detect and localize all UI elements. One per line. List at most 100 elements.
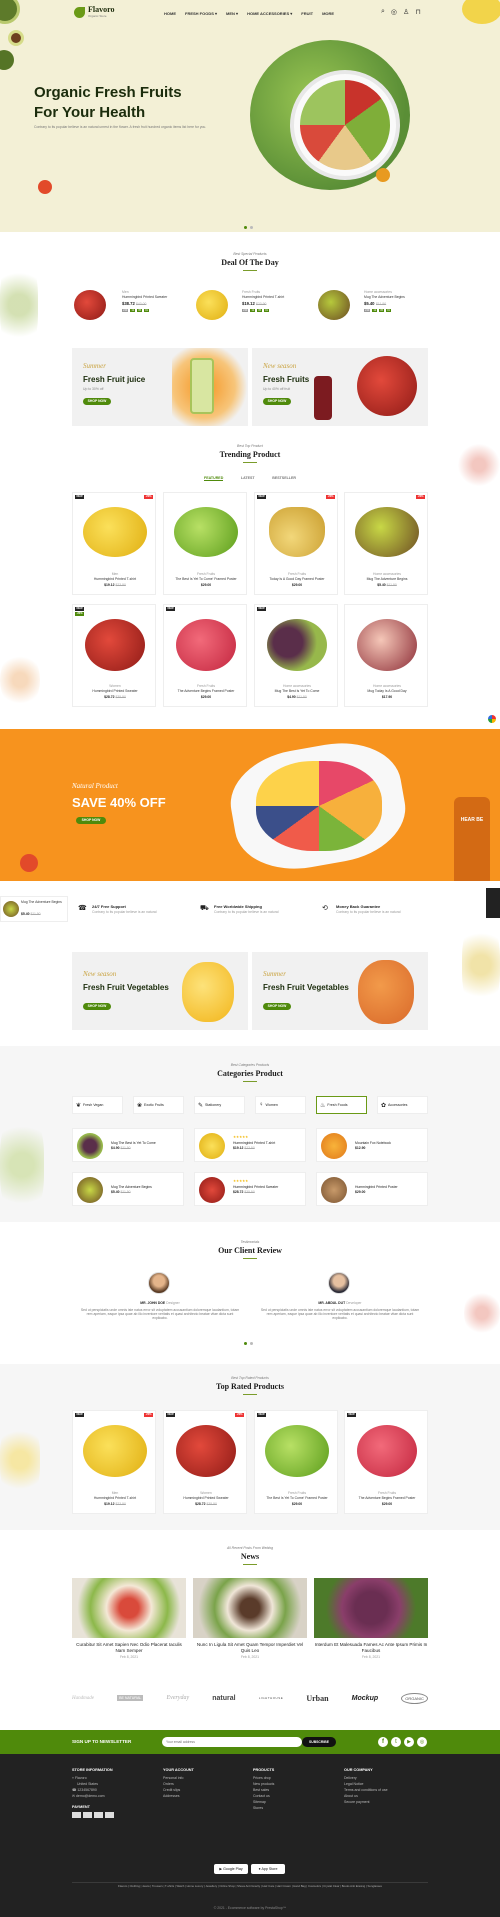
footer-link[interactable]: Addresses <box>163 1793 243 1799</box>
deal-name[interactable]: Mug The Adventure Begins <box>364 295 428 299</box>
brand-logo[interactable]: Everyday <box>166 1695 189 1701</box>
product-name[interactable]: Mug Today Is A Good Day <box>345 689 429 693</box>
brand-logo[interactable]: LIGHTHOUSE <box>259 1696 284 1700</box>
deal-item[interactable]: Home accessories Mug The Adventure Begin… <box>316 284 428 328</box>
tab-fresh-foods[interactable]: ♨ Fresh Foods <box>316 1096 367 1114</box>
slider-dot-active[interactable] <box>244 226 247 229</box>
instagram-icon[interactable]: ◎ <box>417 1737 427 1747</box>
shop-now-button[interactable]: SHOP NOW <box>263 1003 291 1010</box>
deal-item[interactable]: Fresh Fruits Hummingbird Printed T-shirt… <box>194 284 304 328</box>
nav-home[interactable]: HOME <box>164 11 176 16</box>
deal-item[interactable]: Men Hummingbird Printed Sweater $38.72 $… <box>72 284 182 328</box>
slider-dot[interactable] <box>250 226 253 229</box>
shop-now-button[interactable]: SHOP NOW <box>263 398 291 405</box>
tab-exotic-fruits[interactable]: ❀ Exotic Fruits <box>133 1096 184 1114</box>
product-card[interactable]: -20% Home accessories Mug The Adventure … <box>344 492 428 595</box>
promo-banner-veg[interactable]: New season Fresh Fruit Vegetables SHOP N… <box>72 952 248 1030</box>
product-card[interactable]: NEW -20% Women Hummingbird Printed Sweat… <box>72 604 156 707</box>
facebook-icon[interactable]: f <box>378 1737 388 1747</box>
tab-latest[interactable]: LATEST <box>241 476 255 481</box>
product-name[interactable]: Today Is A Good Day Framed Poster <box>255 577 339 581</box>
news-card[interactable]: Nunc In Ligula Sit Amet Quam Tempor Impe… <box>193 1578 307 1664</box>
category-item[interactable]: ★★★★★ Hummingbird Printed Sweater $28.72… <box>194 1172 306 1206</box>
product-card[interactable]: NEW Fresh Fruits The Adventure Begins Fr… <box>344 1410 428 1514</box>
news-card[interactable]: Curabitur Sit Amet Sapien Nec Odio Place… <box>72 1578 186 1664</box>
product-card[interactable]: NEW -20% Women Hummingbird Printed Sweat… <box>163 1410 247 1514</box>
google-play-button[interactable]: ▶ Google Play <box>214 1864 248 1874</box>
product-name[interactable]: Mug The Adventure Begins <box>345 577 429 581</box>
nav-home-accessories[interactable]: HOME ACCESSORIES ▾ <box>247 11 292 16</box>
tab-women[interactable]: ♀ Women <box>255 1096 306 1114</box>
nav-fruit[interactable]: FRUIT <box>301 11 313 16</box>
product-name[interactable]: Mug The Best Is Yet To Come <box>255 689 339 693</box>
news-headline[interactable]: Nunc In Ligula Sit Amet Quam Tempor Impe… <box>193 1642 307 1653</box>
news-headline[interactable]: Interdum Et Malesuada Fames Ac Ante Ipsu… <box>314 1642 428 1653</box>
slider-dots[interactable] <box>244 226 253 229</box>
category-item-name[interactable]: Mountain Fox Notebook <box>355 1141 425 1145</box>
brand-logo[interactable]: ORGANIC <box>401 1692 428 1704</box>
shop-now-button[interactable]: SHOP NOW <box>83 1003 111 1010</box>
nav-men[interactable]: MEN ▾ <box>226 11 238 16</box>
product-name[interactable]: The Best Is Yet To Come' Framed Poster <box>255 1496 339 1500</box>
category-item-name[interactable]: Mug The Adventure Begins <box>111 1185 181 1189</box>
deal-name[interactable]: Hummingbird Printed T-shirt <box>242 295 306 299</box>
product-card[interactable]: Home accessories Mug Today Is A Good Day… <box>344 604 428 707</box>
category-item-name[interactable]: Mug The Best Is Yet To Come <box>111 1141 181 1145</box>
product-name[interactable]: Hummingbird Printed T-shirt <box>73 577 157 581</box>
tab-fresh-vegan[interactable]: ❦ Fresh Vegan <box>72 1096 123 1114</box>
product-name[interactable]: The Adventure Begins Framed Poster <box>164 689 248 693</box>
category-item[interactable]: Mountain Fox Notebook $12.90 <box>316 1128 428 1162</box>
review-dots[interactable] <box>244 1342 253 1345</box>
promo-banner-veg[interactable]: Summer Fresh Fruit Vegetables SHOP NOW <box>252 952 428 1030</box>
product-card[interactable]: NEW Fresh Fruits The Best Is Yet To Come… <box>254 1410 338 1514</box>
review-dot[interactable] <box>250 1342 253 1345</box>
product-card[interactable]: Fresh Fruits The Best Is Yet To Come' Fr… <box>163 492 247 595</box>
product-card[interactable]: NEW -20% Fresh Fruits Today Is A Good Da… <box>254 492 338 595</box>
product-card[interactable]: NEW -20% Men Hummingbird Printed T-shirt… <box>72 1410 156 1514</box>
tab-featured[interactable]: FEATURED <box>204 476 224 481</box>
product-name[interactable]: Hummingbird Printed T-shirt <box>73 1496 157 1500</box>
tab-accessories[interactable]: ✿ Accessories <box>377 1096 428 1114</box>
review-dot-active[interactable] <box>244 1342 247 1345</box>
category-item-name[interactable]: Hummingbird Printed T-shirt <box>233 1141 303 1145</box>
news-card[interactable]: Interdum Et Malesuada Fames Ac Ante Ipsu… <box>314 1578 428 1664</box>
nav-fresh-foods[interactable]: FRESH FOODS ▾ <box>185 11 217 16</box>
product-card[interactable]: NEW Fresh Fruits The Adventure Begins Fr… <box>163 604 247 707</box>
user-icon[interactable]: ♙ <box>403 8 409 16</box>
category-item[interactable]: Hummingbird Printed Poster $29.00 <box>316 1172 428 1206</box>
mini-cart-popup[interactable]: Mug The Adventure Begins $5.40 $11.90 <box>0 896 68 922</box>
category-item-name[interactable]: Hummingbird Printed Poster <box>355 1185 425 1189</box>
product-card[interactable]: NEW -20% Men Hummingbird Printed T-shirt… <box>72 492 156 595</box>
footer-link[interactable]: Secure payment <box>344 1799 428 1805</box>
brand-logo[interactable]: Handmade <box>72 1696 94 1701</box>
news-headline[interactable]: Curabitur Sit Amet Sapien Nec Odio Place… <box>72 1642 186 1653</box>
tab-bestseller[interactable]: BESTSELLER <box>272 476 296 481</box>
footer-email[interactable]: ✉ demo@demo.com <box>72 1793 162 1799</box>
logo[interactable]: Flavoro Organic Store <box>74 5 134 21</box>
youtube-icon[interactable]: ▶ <box>404 1737 414 1747</box>
product-name[interactable]: The Best Is Yet To Come' Framed Poster <box>164 577 248 581</box>
footer-tags[interactable]: Flavoro | Clothing | Jeans | Trousers | … <box>72 1884 428 1889</box>
shop-now-button[interactable]: SHOP NOW <box>83 398 111 405</box>
globe-icon[interactable]: ◎ <box>391 8 397 16</box>
product-card[interactable]: NEW Home accessories Mug The Best Is Yet… <box>254 604 338 707</box>
search-icon[interactable]: ⌕ <box>381 8 385 16</box>
brand-logo[interactable]: natural <box>212 1695 235 1702</box>
category-item[interactable]: Mug The Best Is Yet To Come $4.90 $11.90 <box>72 1128 184 1162</box>
category-item[interactable]: ★★★★★ Hummingbird Printed T-shirt $19.12… <box>194 1128 306 1162</box>
tab-stationery[interactable]: ✎ Stationery <box>194 1096 245 1114</box>
shop-now-button[interactable]: SHOP NOW <box>76 817 106 824</box>
product-name[interactable]: Hummingbird Printed Sweater <box>73 689 157 693</box>
footer-link[interactable]: Stores <box>253 1805 333 1811</box>
sale-banner[interactable]: HEAR BE Natural Product SAVE 40% OFF SHO… <box>0 729 500 881</box>
deal-name[interactable]: Hummingbird Printed Sweater <box>122 295 186 299</box>
app-store-button[interactable]: ● App Store <box>251 1864 285 1874</box>
cart-icon[interactable]: ⊓ <box>415 8 420 16</box>
subscribe-button[interactable]: SUBSCRIBE <box>302 1737 336 1747</box>
twitter-icon[interactable]: t <box>391 1737 401 1747</box>
promo-banner-juice[interactable]: Summer Fresh Fruit juice Up to 30% off S… <box>72 348 248 426</box>
nav-more[interactable]: MORE <box>322 11 334 16</box>
category-item[interactable]: Mug The Adventure Begins $5.40 $11.90 <box>72 1172 184 1206</box>
category-item-name[interactable]: Hummingbird Printed Sweater <box>233 1185 303 1189</box>
brand-logo[interactable]: Mockup <box>352 1695 378 1702</box>
